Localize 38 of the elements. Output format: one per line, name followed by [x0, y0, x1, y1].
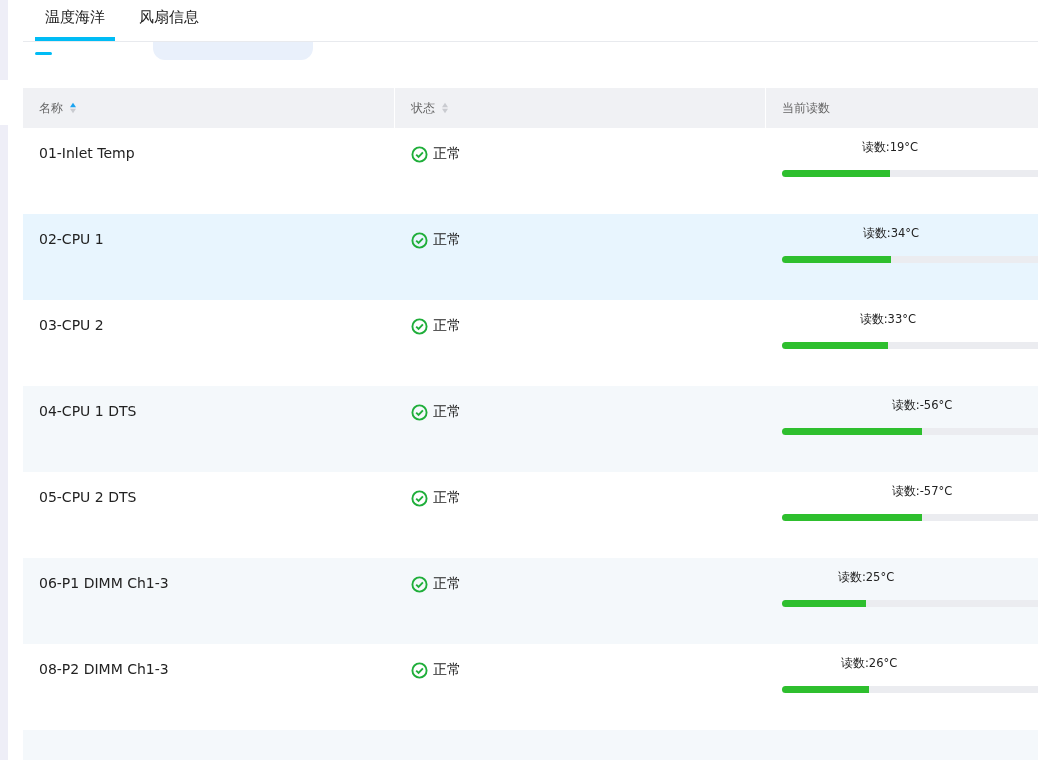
- table-cell: 05-CPU 2 DTS: [39, 489, 137, 505]
- reading-label: 读数:19°C: [861, 140, 919, 155]
- table-cell: 04-CPU 1 DTS: [39, 403, 137, 419]
- table-cell: 08-P2 DIMM Ch1-3: [39, 661, 169, 677]
- status-text: 正常: [433, 403, 461, 421]
- sort-icon[interactable]: [69, 102, 77, 114]
- check-circle-icon: [411, 318, 428, 335]
- reading-label: 读数:-57°C: [891, 484, 953, 499]
- column-title: 名称: [39, 99, 63, 117]
- sort-icon[interactable]: [441, 102, 449, 114]
- status-text: 正常: [433, 231, 461, 249]
- status-text: 正常: [433, 489, 461, 507]
- reading-label: 读数:34°C: [862, 226, 920, 241]
- column-title: 当前读数: [782, 99, 830, 117]
- column-title: 状态: [411, 99, 435, 117]
- indicator-line: [35, 52, 52, 55]
- reading-label: 读数:25°C: [837, 570, 895, 585]
- status-text: 正常: [433, 661, 461, 679]
- tab[interactable]: 风扇信息: [129, 0, 209, 41]
- check-circle-icon: [411, 146, 428, 163]
- check-circle-icon: [411, 576, 428, 593]
- reading-label: 读数:26°C: [840, 656, 898, 671]
- status-text: 正常: [433, 145, 461, 163]
- reading-label: 读数:-56°C: [891, 398, 953, 413]
- status-text: 正常: [433, 317, 461, 335]
- check-circle-icon: [411, 490, 428, 507]
- sort-ascending-icon[interactable]: [442, 102, 448, 108]
- reading-label: 读数:33°C: [859, 312, 916, 327]
- check-circle-icon: [411, 404, 428, 421]
- check-circle-icon: [411, 232, 428, 249]
- check-circle-icon: [411, 662, 428, 679]
- table-cell: 02-CPU 1: [39, 231, 104, 247]
- sort-ascending-icon[interactable]: [70, 102, 76, 108]
- table-cell: 01-Inlet Temp: [39, 145, 135, 161]
- table-cell: 06-P1 DIMM Ch1-3: [39, 575, 169, 591]
- status-text: 正常: [433, 575, 461, 593]
- tab[interactable]: 温度海洋: [35, 0, 115, 41]
- table-cell: 03-CPU 2: [39, 317, 104, 333]
